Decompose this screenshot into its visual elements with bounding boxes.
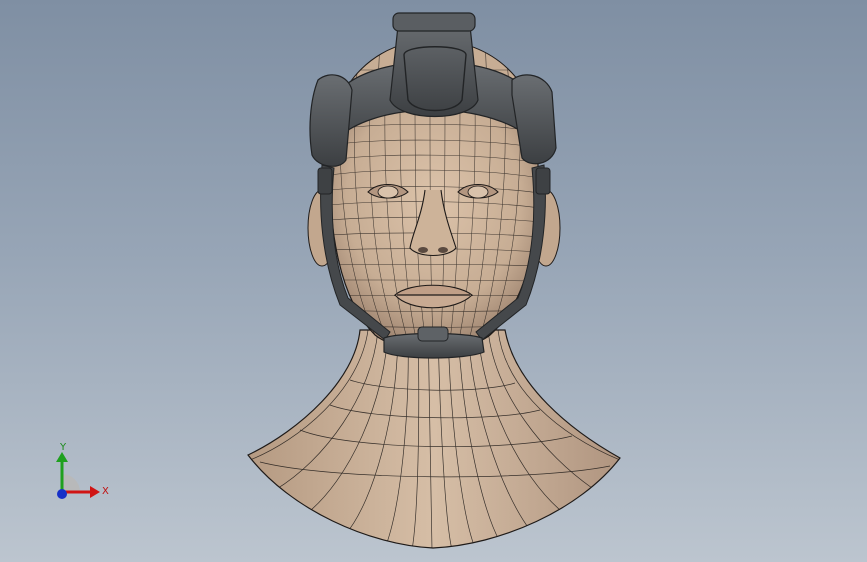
top-mount-cap [392, 12, 476, 32]
neck-mesh [247, 329, 621, 549]
chin-buckle [417, 326, 449, 342]
triad-graphic [56, 452, 100, 499]
graphics-viewport[interactable]: Y X [0, 0, 867, 562]
x-axis-label: X [102, 486, 109, 497]
z-axis-dot [57, 489, 67, 499]
left-side-pod [309, 74, 353, 167]
y-axis-label: Y [60, 442, 67, 453]
head-model[interactable] [0, 0, 867, 562]
view-triad[interactable]: Y X [40, 440, 120, 510]
